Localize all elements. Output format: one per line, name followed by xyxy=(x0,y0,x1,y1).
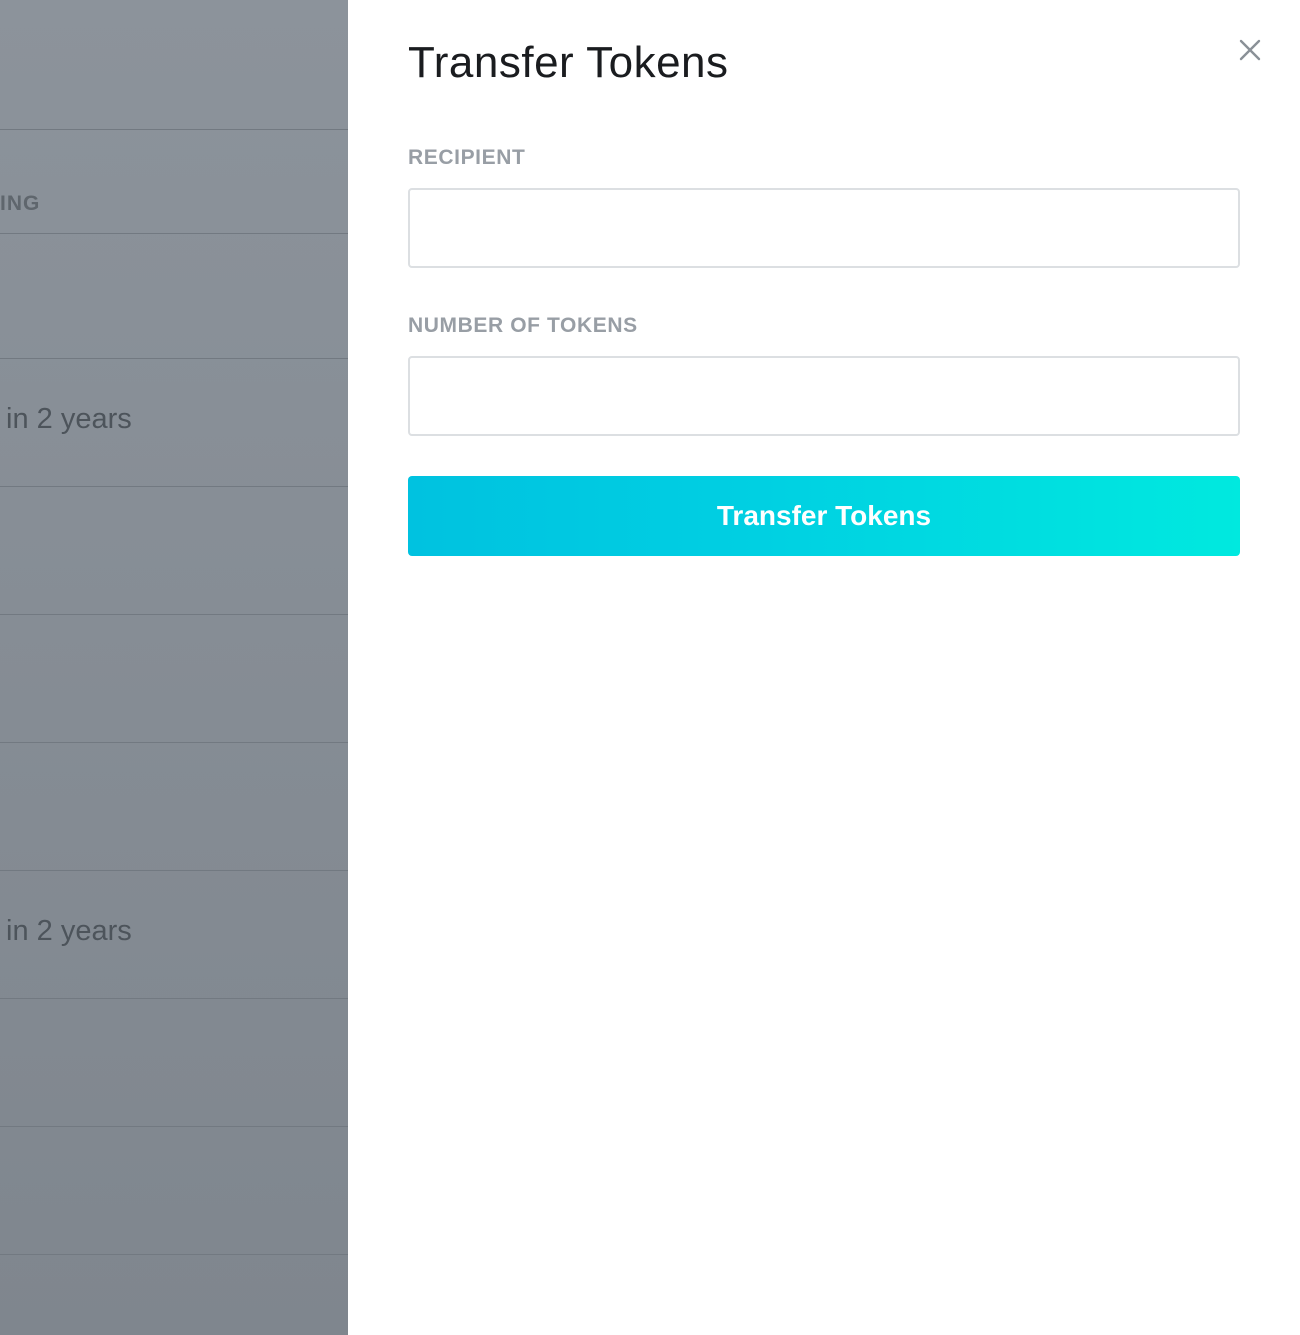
table-row xyxy=(0,1127,348,1255)
modal-backdrop[interactable]: ING in 2 years in 2 years xyxy=(0,0,348,1335)
transfer-tokens-drawer: Transfer Tokens RECIPIENT NUMBER OF TOKE… xyxy=(348,0,1300,1335)
table-row xyxy=(0,487,348,615)
close-button[interactable] xyxy=(1234,34,1266,66)
recipient-input[interactable] xyxy=(408,188,1240,268)
number-of-tokens-label: NUMBER OF TOKENS xyxy=(408,314,638,337)
drawer-title: Transfer Tokens xyxy=(408,38,729,87)
table-row xyxy=(0,743,348,871)
column-header: ING xyxy=(0,192,41,215)
table-cell: in 2 years xyxy=(6,403,132,435)
table-row xyxy=(0,999,348,1127)
page: ING in 2 years in 2 years Transfer Token… xyxy=(0,0,1300,1335)
table-row: in 2 years xyxy=(0,871,348,999)
table-row: in 2 years xyxy=(0,359,348,487)
table-header-row: ING xyxy=(0,130,348,234)
table-row xyxy=(0,615,348,743)
table-cell: in 2 years xyxy=(6,915,132,947)
number-of-tokens-input[interactable] xyxy=(408,356,1240,436)
recipient-label: RECIPIENT xyxy=(408,146,526,169)
close-icon xyxy=(1239,39,1261,61)
table-row xyxy=(0,234,348,359)
table-top-bar xyxy=(0,0,348,130)
transfer-tokens-button[interactable]: Transfer Tokens xyxy=(408,476,1240,556)
